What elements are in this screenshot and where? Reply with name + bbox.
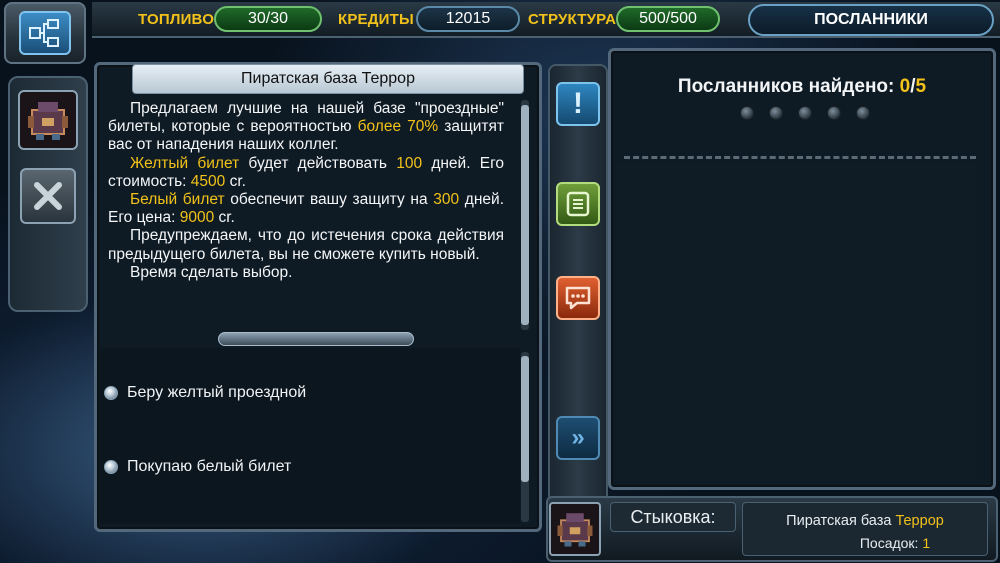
- chat-icon: [565, 286, 591, 310]
- fuel-value: 30/30: [214, 6, 322, 32]
- yellow-ticket-days: 100: [396, 154, 423, 172]
- dialog-p1-highlight: более 70%: [357, 118, 439, 136]
- dialog-p2-tail: cr.: [225, 172, 246, 190]
- docking-base-name: Террор: [895, 513, 944, 529]
- option-label: Покупаю белый билет: [127, 458, 292, 475]
- dialog-title-bar: Пиратская база Террор: [132, 64, 524, 94]
- options-area: [100, 348, 520, 524]
- white-ticket-days: 300: [433, 191, 460, 209]
- network-menu-icon: [19, 11, 71, 55]
- options-scrollbar[interactable]: [521, 352, 529, 522]
- tab-envoys[interactable]: ПОСЛАННИКИ: [748, 4, 994, 36]
- dialog-p3-tail: cr.: [214, 209, 235, 227]
- pirate-base-icon: [28, 102, 68, 140]
- envoy-dot: [798, 106, 812, 120]
- envoys-found-label: Посланников найдено:: [677, 76, 900, 97]
- envoy-progress-dots: [740, 106, 870, 122]
- dialog-p4-text: Предупреждаем, что до истечения срока де…: [108, 227, 504, 263]
- main-menu-button[interactable]: [4, 2, 86, 64]
- structure-value: 500/500: [616, 6, 720, 32]
- envoys-found: Посланников найдено: 0/5: [614, 76, 990, 98]
- credits-label: КРЕДИТЫ: [338, 11, 414, 28]
- docking-label: Стыковка:: [630, 506, 716, 527]
- envoys-found-total: 5: [915, 76, 927, 97]
- dialog-text-scrollbar[interactable]: [521, 100, 529, 330]
- dialog-p5-text: Время сделать выбор.: [130, 263, 293, 281]
- close-button[interactable]: [20, 168, 76, 224]
- white-ticket-price: 9000: [179, 209, 215, 227]
- double-chevron-right-icon: »: [571, 424, 585, 451]
- avatar[interactable]: [18, 90, 78, 150]
- yellow-ticket-name: Желтый билет: [130, 154, 240, 172]
- white-ticket-name: Белый билет: [130, 191, 225, 209]
- dialog-p3-text: обеспечит вашу защиту на: [224, 191, 434, 209]
- structure-label: СТРУКТУРА: [528, 11, 617, 28]
- landings-value: 1: [922, 535, 931, 551]
- envoy-dot: [827, 106, 841, 120]
- envoy-dot: [769, 106, 783, 120]
- option-radio[interactable]: [104, 386, 118, 400]
- exclamation-icon: !: [573, 87, 583, 120]
- envoys-divider: [624, 156, 976, 159]
- panel-divider-handle[interactable]: [218, 332, 414, 346]
- notes-icon: [566, 191, 590, 217]
- docking-base-prefix: Пиратская база: [786, 513, 896, 529]
- envoys-found-count: 0: [899, 76, 911, 97]
- envoy-dot: [856, 106, 870, 120]
- dialog-p2-text: будет действовать: [239, 154, 397, 172]
- close-icon: [34, 182, 62, 210]
- envoys-list-area: [616, 164, 976, 480]
- option-label: Беру желтый проездной: [127, 384, 307, 401]
- dialog-title: Пиратская база Террор: [241, 70, 415, 87]
- alert-button[interactable]: !: [556, 82, 600, 126]
- docking-info: Пиратская база Террор Посадок: 1: [742, 502, 988, 556]
- docking-avatar[interactable]: [549, 502, 601, 556]
- landings-label: Посадок:: [859, 535, 923, 551]
- credits-value: 12015: [416, 6, 520, 32]
- next-button[interactable]: »: [556, 416, 600, 460]
- dialog-text-scroll-thumb[interactable]: [521, 105, 529, 325]
- option-white-ticket[interactable]: Покупаю белый билет: [104, 456, 504, 478]
- pirate-base-icon: [557, 513, 593, 547]
- envoy-dot: [740, 106, 754, 120]
- option-yellow-ticket[interactable]: Беру желтый проездной: [104, 382, 504, 404]
- chat-button[interactable]: [556, 276, 600, 320]
- options-scroll-thumb[interactable]: [521, 356, 529, 482]
- notes-button[interactable]: [556, 182, 600, 226]
- fuel-label: ТОПЛИВО: [138, 11, 215, 28]
- option-radio[interactable]: [104, 460, 118, 474]
- dialog-text: Предлагаем лучшие на нашей базе "проездн…: [108, 100, 504, 334]
- docking-label-box: Стыковка:: [610, 502, 736, 532]
- yellow-ticket-price: 4500: [190, 172, 226, 190]
